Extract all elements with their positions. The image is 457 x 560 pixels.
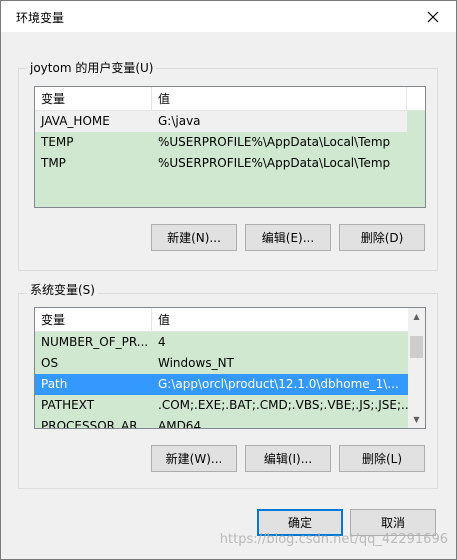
row-variable-name: PROCESSOR_AR... bbox=[41, 419, 149, 429]
system-variables-label: 系统变量(S) bbox=[27, 281, 98, 298]
system-edit-button[interactable]: 编辑(I)... bbox=[245, 445, 331, 472]
column-header-value[interactable]: 值 bbox=[152, 87, 407, 111]
row-variable-value: .COM;.EXE;.BAT;.CMD;.VBS;.VBE;.JS;.JSE;.… bbox=[158, 398, 408, 412]
list-header: 变量 值 bbox=[35, 308, 408, 332]
scroll-down-arrow-icon[interactable]: ▼ bbox=[408, 411, 425, 428]
row-variable-name: TEMP bbox=[41, 135, 74, 149]
column-header-variable[interactable]: 变量 bbox=[35, 308, 152, 332]
table-row[interactable]: OS Windows_NT bbox=[35, 353, 408, 374]
row-variable-value: G:\java bbox=[158, 114, 201, 128]
table-row[interactable]: TMP %USERPROFILE%\AppData\Local\Temp bbox=[35, 153, 425, 174]
table-row[interactable]: PATHEXT .COM;.EXE;.BAT;.CMD;.VBS;.VBE;.J… bbox=[35, 395, 408, 416]
row-variable-value: G:\app\orcl\product\12.1.0\dbhome_1\... bbox=[158, 377, 399, 391]
row-variable-value: AMD64 bbox=[158, 419, 202, 429]
scroll-up-arrow-icon[interactable]: ▲ bbox=[408, 308, 425, 325]
column-header-value[interactable]: 值 bbox=[152, 308, 408, 332]
row-variable-name: TMP bbox=[41, 156, 66, 170]
list-body: JAVA_HOME G:\java TEMP %USERPROFILE%\App… bbox=[35, 111, 425, 207]
column-header-variable[interactable]: 变量 bbox=[35, 87, 152, 111]
table-row[interactable]: PROCESSOR_AR... AMD64 bbox=[35, 416, 408, 429]
row-variable-value: Windows_NT bbox=[158, 356, 234, 370]
table-row[interactable]: JAVA_HOME G:\java bbox=[35, 111, 407, 132]
row-variable-name: JAVA_HOME bbox=[41, 114, 110, 128]
watermark: https://blog.csdn.net/qq_42291696 bbox=[219, 532, 448, 547]
row-variable-value: %USERPROFILE%\AppData\Local\Temp bbox=[158, 156, 391, 170]
list-header: 变量 值 bbox=[35, 87, 425, 111]
window-title: 环境变量 bbox=[16, 11, 65, 25]
row-variable-value: 4 bbox=[158, 335, 166, 349]
row-variable-name: OS bbox=[41, 356, 59, 370]
user-variables-list[interactable]: 变量 值 JAVA_HOME G:\java TEMP %USERPROFILE… bbox=[34, 86, 426, 208]
user-new-button[interactable]: 新建(N)... bbox=[151, 224, 237, 251]
title-bar: 环境变量 bbox=[1, 1, 456, 32]
vertical-scrollbar[interactable]: ▲ ▼ bbox=[408, 308, 425, 428]
table-row[interactable]: TEMP %USERPROFILE%\AppData\Local\Temp bbox=[35, 132, 425, 153]
system-variables-list[interactable]: 变量 值 NUMBER_OF_PR... 4 OS Windows_NT Pat… bbox=[34, 307, 426, 429]
user-edit-button[interactable]: 编辑(E)... bbox=[245, 224, 331, 251]
row-variable-name: NUMBER_OF_PR... bbox=[41, 335, 149, 349]
close-icon bbox=[427, 11, 439, 22]
list-body: NUMBER_OF_PR... 4 OS Windows_NT Path G:\… bbox=[35, 332, 408, 429]
system-new-button[interactable]: 新建(W)... bbox=[151, 445, 237, 472]
system-delete-button[interactable]: 删除(L) bbox=[339, 445, 425, 472]
scrollbar-thumb[interactable] bbox=[410, 336, 423, 358]
close-button[interactable] bbox=[410, 1, 456, 32]
table-row-selected[interactable]: Path G:\app\orcl\product\12.1.0\dbhome_1… bbox=[35, 374, 408, 395]
table-row[interactable]: NUMBER_OF_PR... 4 bbox=[35, 332, 408, 353]
environment-variables-dialog: 环境变量 joytom 的用户变量(U) 变量 值 JAVA_HOME G:\j… bbox=[0, 0, 457, 560]
row-variable-value: %USERPROFILE%\AppData\Local\Temp bbox=[158, 135, 391, 149]
row-variable-name: PATHEXT bbox=[41, 398, 95, 412]
row-variable-name: Path bbox=[41, 377, 68, 391]
user-variables-label: joytom 的用户变量(U) bbox=[27, 59, 157, 76]
user-delete-button[interactable]: 删除(D) bbox=[339, 224, 425, 251]
